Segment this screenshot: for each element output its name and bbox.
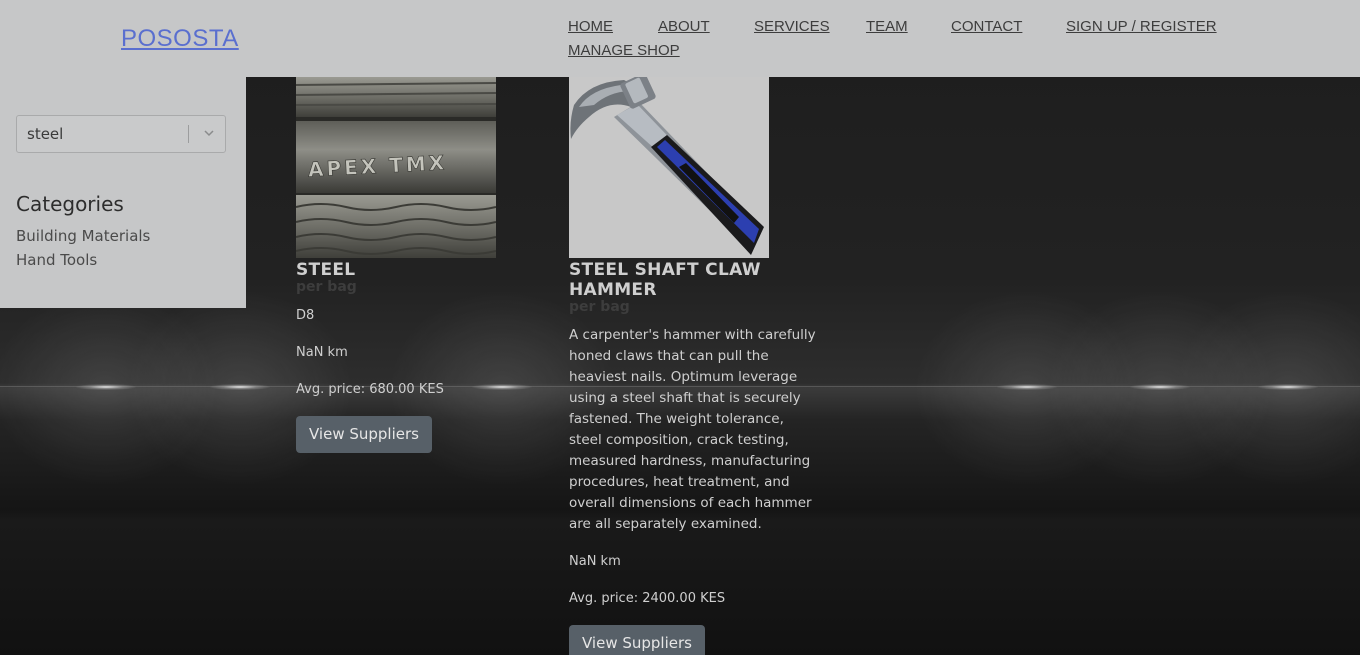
spotlight [210,384,270,390]
product-card-steel: APEX TMX STEEL per bag D8 NaN km Avg. pr… [296,77,526,457]
spotlight [1258,384,1318,390]
nav-about[interactable]: ABOUT [658,18,710,35]
product-image-hammer[interactable] [569,77,769,258]
category-hand-tools[interactable]: Hand Tools [16,251,97,269]
product-avg-price: Avg. price: 680.00 KES [296,382,444,397]
product-image-steel[interactable]: APEX TMX [296,77,496,258]
site-logo-link[interactable]: POSOSTA [121,25,239,53]
product-distance: NaN km [296,345,348,360]
nav-services[interactable]: SERVICES [754,18,830,35]
product-description: A carpenter's hammer with carefully hone… [569,327,816,532]
product-avg-price: Avg. price: 2400.00 KES [569,591,726,606]
product-name: STEEL SHAFT CLAW HAMMER [569,260,761,300]
nav-sign-up-register[interactable]: SIGN UP / REGISTER [1066,18,1217,35]
product-unit: per bag [569,299,630,315]
product-distance: NaN km [569,554,621,569]
nav-contact[interactable]: CONTACT [951,18,1022,35]
nav-manage-shop[interactable]: MANAGE SHOP [568,42,680,59]
nav-home[interactable]: HOME [568,18,613,35]
view-suppliers-button[interactable]: View Suppliers [296,416,432,453]
spotlight [997,384,1057,390]
product-name: STEEL [296,260,356,280]
spotlight [1130,384,1190,390]
filter-sidebar: steel Categories Building Materials Hand… [0,77,246,308]
chevron-down-icon[interactable] [201,125,217,141]
search-select[interactable]: steel [16,115,226,153]
categories-heading: Categories [16,192,124,216]
product-card-hammer: STEEL SHAFT CLAW HAMMER per bag A carpen… [569,77,829,655]
search-select-value: steel [27,125,64,143]
product-unit: per bag [296,279,357,295]
spotlight [76,384,136,390]
nav-team[interactable]: TEAM [866,18,908,35]
top-header: POSOSTA HOME ABOUT SERVICES TEAM CONTACT… [0,0,1360,77]
select-separator [188,125,189,143]
view-suppliers-button[interactable]: View Suppliers [569,625,705,655]
category-building-materials[interactable]: Building Materials [16,227,150,245]
product-code: D8 [296,308,315,323]
